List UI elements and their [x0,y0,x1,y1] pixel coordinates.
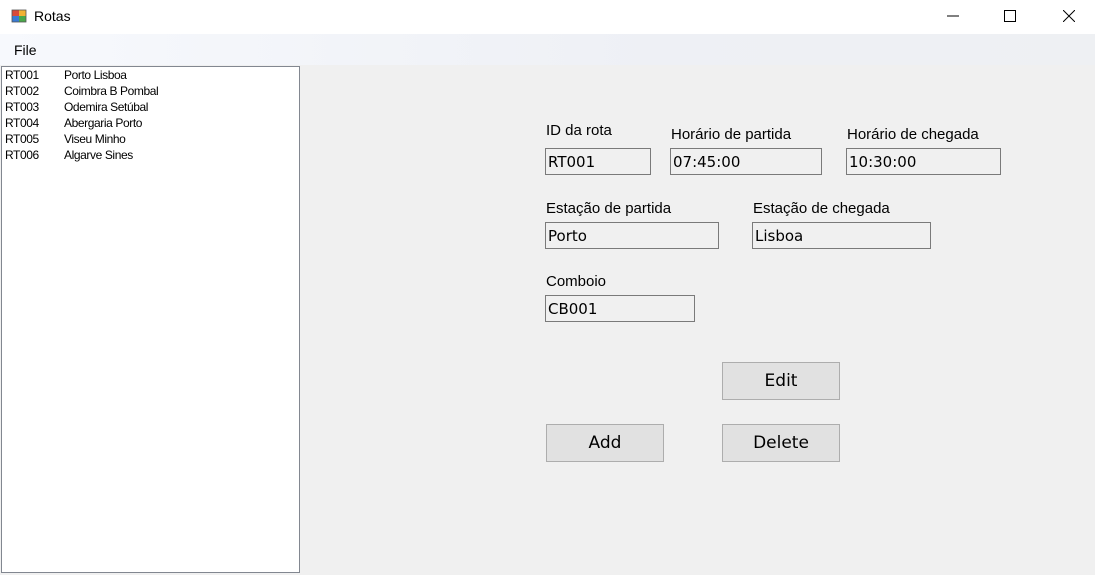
departure-time-label: Horário de partida [671,126,792,143]
edit-button[interactable]: Edit [722,362,840,400]
list-item[interactable]: RT001 Porto Lisboa [2,67,299,83]
window-title: Rotas [34,8,71,24]
routes-listbox[interactable]: RT001 Porto Lisboa RT002 Coimbra B Pomba… [1,66,300,573]
route-id-label: ID da rota [546,122,612,139]
add-button[interactable]: Add [546,424,664,462]
maximize-button[interactable] [987,0,1033,32]
route-id: RT003 [5,100,39,114]
route-name: Abergaria Porto [64,116,143,130]
arrival-time-label: Horário de chegada [847,126,979,143]
minimize-button[interactable] [930,0,976,32]
route-id: RT005 [5,132,39,146]
list-item[interactable]: RT003 Odemira Setúbal [2,99,299,115]
list-item[interactable]: RT006 Algarve Sines [2,147,299,163]
arrival-time-field[interactable]: 10:30:00 [846,148,1001,175]
close-icon [1063,10,1075,22]
maximize-icon [1004,10,1016,22]
list-item[interactable]: RT002 Coimbra B Pombal [2,83,299,99]
route-name: Algarve Sines [64,148,133,162]
departure-time-field[interactable]: 07:45:00 [670,148,822,175]
app-window-icon [11,8,27,24]
arrival-station-field[interactable]: Lisboa [752,222,931,249]
list-item[interactable]: RT005 Viseu Minho [2,131,299,147]
menu-bar: File [0,34,1095,65]
departure-station-field[interactable]: Porto [545,222,719,249]
title-bar: Rotas [0,0,1095,34]
route-name: Coimbra B Pombal [64,84,159,98]
minimize-icon [947,15,959,17]
route-id: RT004 [5,116,39,130]
menu-file[interactable]: File [14,42,37,58]
train-field[interactable]: CB001 [545,295,695,322]
route-name: Viseu Minho [64,132,126,146]
close-button[interactable] [1046,0,1092,32]
route-name: Odemira Setúbal [64,100,149,114]
arrival-station-label: Estação de chegada [753,200,890,217]
route-id: RT002 [5,84,39,98]
delete-button[interactable]: Delete [722,424,840,462]
train-label: Comboio [546,273,607,290]
main-window: Rotas File RT001 Porto Lisboa RT002 Coim… [0,0,1095,575]
route-id: RT001 [5,68,39,82]
route-id: RT006 [5,148,39,162]
departure-station-label: Estação de partida [546,200,672,217]
route-id-field[interactable]: RT001 [545,148,651,175]
list-item[interactable]: RT004 Abergaria Porto [2,115,299,131]
route-name: Porto Lisboa [64,68,127,82]
